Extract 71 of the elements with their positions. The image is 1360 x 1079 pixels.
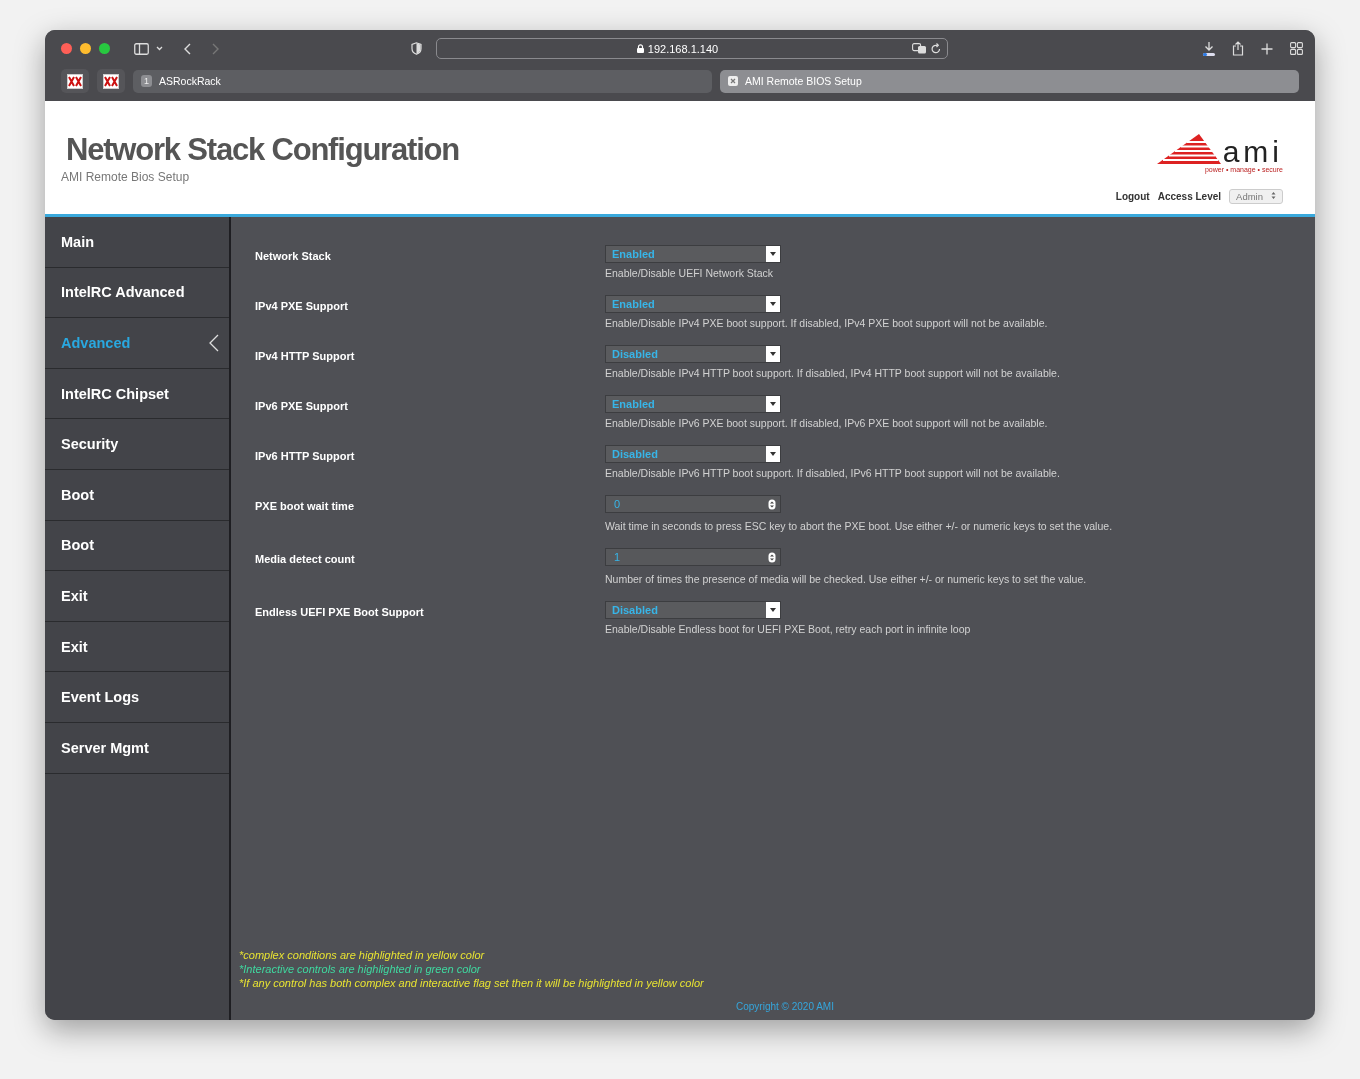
setting-label: PXE boot wait time	[255, 499, 355, 514]
chevron-down-icon[interactable]	[156, 46, 163, 51]
dropdown-arrow-icon	[770, 452, 776, 456]
zoom-button[interactable]	[99, 43, 110, 54]
access-level-select[interactable]: Admin	[1229, 189, 1283, 204]
setting-help-text: Wait time in seconds to press ESC key to abort the PXE boot. Use either +/- or numeric keys to set the value.	[605, 520, 1113, 532]
sidebar-item[interactable]: Boot	[45, 469, 229, 521]
download-icon[interactable]	[1202, 40, 1216, 57]
browser-tab[interactable]: 1 ASRockRack	[133, 69, 712, 93]
copyright-text: Copyright © 2020 AMI	[735, 1001, 835, 1012]
translate-icon[interactable]	[912, 43, 927, 54]
favicon-icon	[728, 76, 738, 86]
setting-help-text: Enable/Disable UEFI Network Stack	[605, 267, 775, 279]
address-bar[interactable]: 192.168.1.140	[436, 38, 948, 59]
legend-note: *complex conditions are highlighted in yellow color	[239, 949, 486, 961]
setting-help-text: Enable/Disable IPv4 PXE boot support. If disabled, IPv4 PXE boot support will not be available.	[605, 317, 1048, 329]
double-x-favicon-icon	[103, 73, 119, 89]
setting-label: Media detect count	[255, 552, 356, 567]
lock-icon	[636, 44, 644, 53]
access-level-label: Access Level	[1157, 191, 1222, 202]
setting-help-text: Enable/Disable Endless boot for UEFI PXE Boot, retry each port in infinite loop	[605, 623, 971, 635]
spinner-icon[interactable]	[768, 551, 776, 563]
logout-link[interactable]: Logout	[1115, 191, 1150, 202]
setting-help-text: Enable/Disable IPv6 HTTP boot support. If disabled, IPv6 HTTP boot support will not be available.	[605, 467, 1060, 479]
logo-wordmark: ami	[1222, 139, 1283, 165]
tab-overview-icon[interactable]	[1290, 42, 1303, 55]
sidebar-item[interactable]: IntelRC Chipset	[45, 368, 229, 420]
dropdown-arrow-icon	[770, 252, 776, 256]
page-subtitle: AMI Remote Bios Setup	[61, 170, 191, 184]
sidebar-item[interactable]: IntelRC Advanced	[45, 267, 229, 319]
sidebar-item[interactable]: Exit	[45, 571, 229, 622]
setting-label: Network Stack	[255, 249, 332, 264]
pinned-tab[interactable]	[61, 69, 89, 93]
updown-icon	[1271, 191, 1276, 200]
share-icon[interactable]	[1232, 41, 1244, 56]
setting-help-text: Number of times the presence of media will be checked. Use either +/- or numeric keys to set the value.	[605, 573, 1087, 585]
sidebar-item[interactable]: Advanced	[45, 318, 229, 369]
setting-label: IPv4 PXE Support	[255, 299, 349, 314]
legend-note: *Interactive controls are highlighted in green color	[239, 963, 482, 975]
setting-help-text: Enable/Disable IPv4 HTTP boot support. If disabled, IPv4 HTTP boot support will not be available.	[605, 367, 1060, 379]
page-title: Network Stack Configuration	[66, 132, 460, 168]
double-x-favicon-icon	[67, 73, 83, 89]
setting-label: Endless UEFI PXE Boot Support	[255, 605, 425, 620]
close-button[interactable]	[61, 43, 72, 54]
tab-number-badge: 1	[141, 75, 152, 87]
dropdown-arrow-icon	[770, 402, 776, 406]
reload-icon[interactable]	[931, 43, 941, 54]
sidebar-toggle-button[interactable]	[134, 42, 149, 55]
sidebar-item[interactable]: Server Mgmt	[45, 722, 229, 774]
spinner-icon[interactable]	[768, 498, 776, 510]
sidebar-item[interactable]: Main	[45, 217, 229, 268]
setting-label: IPv6 HTTP Support	[255, 449, 356, 464]
back-icon[interactable]	[184, 42, 191, 55]
sidebar-icon	[134, 42, 149, 55]
minimize-button[interactable]	[80, 43, 91, 54]
dropdown-arrow-icon	[770, 302, 776, 306]
shield-icon[interactable]	[411, 42, 422, 55]
sidebar-item[interactable]: Boot	[45, 520, 229, 572]
dropdown-arrow-icon	[770, 608, 776, 612]
setting-help-text: Enable/Disable IPv6 PXE boot support. If disabled, IPv6 PXE boot support will not be available.	[605, 417, 1048, 429]
sidebar-item[interactable]: Exit	[45, 621, 229, 673]
legend-note: *If any control has both complex and interactive flag set then it will be highlighted in yellow color	[239, 977, 705, 989]
pinned-tab[interactable]	[97, 69, 125, 93]
setting-label: IPv4 HTTP Support	[255, 349, 356, 364]
setting-label: IPv6 PXE Support	[255, 399, 349, 414]
dropdown-arrow-icon	[770, 352, 776, 356]
url-text: 192.168.1.140	[647, 42, 719, 55]
plus-icon[interactable]	[1261, 42, 1273, 55]
sidebar-item[interactable]: Security	[45, 419, 229, 470]
sidebar-item[interactable]: Event Logs	[45, 672, 229, 723]
chevron-left-icon	[209, 334, 219, 352]
